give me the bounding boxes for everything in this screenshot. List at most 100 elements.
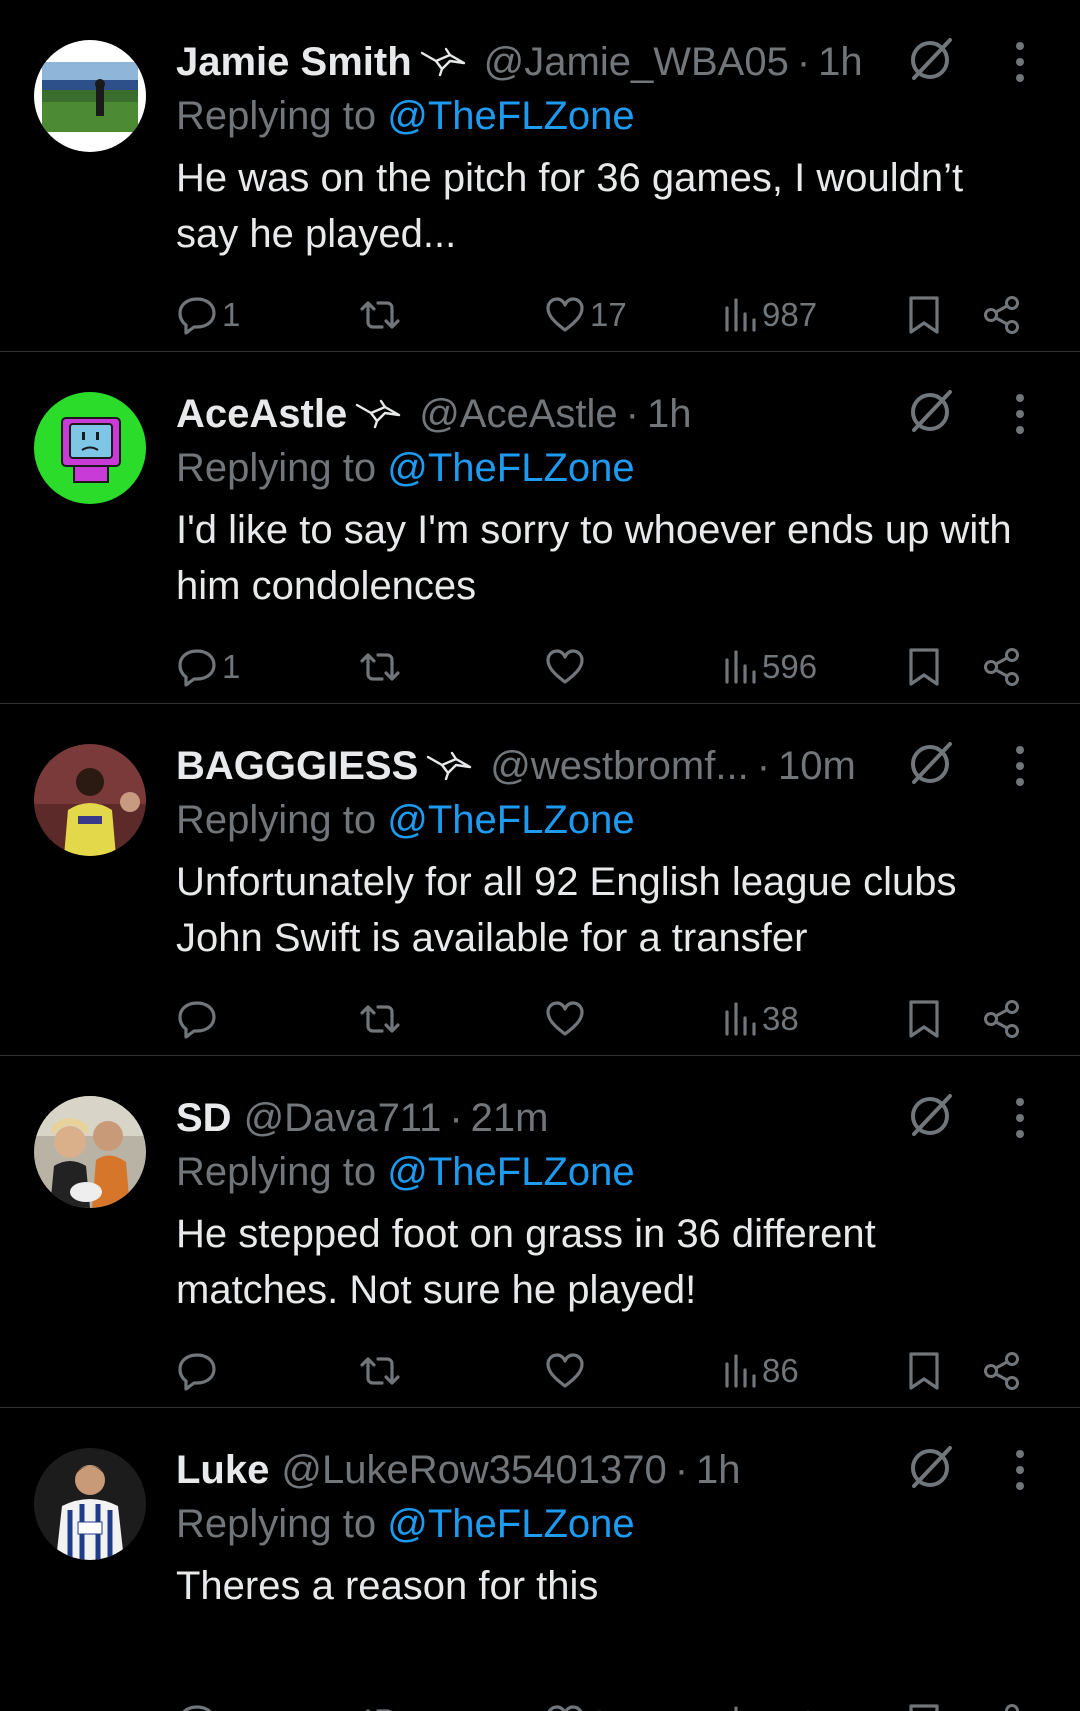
reply-tweet[interactable]: Jamie Smith @Jamie_WBA05 · 1h Replying t… — [0, 0, 1080, 352]
retweet-button[interactable] — [358, 1346, 406, 1396]
reply-tweet[interactable]: Luke @LukeRow35401370 · 1h Replying to @… — [0, 1408, 1080, 1711]
more-options-icon[interactable] — [1010, 744, 1030, 788]
separator: · — [625, 391, 639, 436]
share-icon — [984, 1352, 1019, 1390]
bookmark-button[interactable] — [906, 642, 942, 692]
share-icon — [984, 296, 1019, 334]
retweet-button[interactable] — [358, 290, 406, 340]
reply-count: 1 — [222, 648, 241, 685]
retweet-icon — [360, 653, 400, 681]
more-options-icon[interactable] — [1010, 392, 1030, 436]
handle[interactable]: @Dava711 — [244, 1096, 442, 1141]
action-bar: 86 — [176, 1346, 1036, 1396]
replying-to-label: Replying to — [176, 798, 377, 842]
timestamp[interactable]: 1h — [647, 392, 692, 437]
replying-to-label: Replying to — [176, 446, 377, 490]
share-button[interactable] — [982, 290, 1022, 340]
handle[interactable]: @LukeRow35401370 — [281, 1448, 666, 1493]
grok-icon[interactable] — [904, 1088, 958, 1142]
bookmark-button[interactable] — [906, 1346, 942, 1396]
handle[interactable]: @Jamie_WBA05 — [484, 40, 789, 85]
like-button[interactable]: 17 — [544, 290, 627, 340]
tweet-text: He stepped foot on grass in 36 different… — [176, 1212, 876, 1312]
views-button[interactable]: 713 — [722, 1698, 817, 1711]
share-icon — [984, 1000, 1019, 1038]
avatar[interactable] — [34, 1096, 146, 1208]
bookmark-icon — [909, 1000, 939, 1038]
mention-link[interactable]: @TheFLZone — [387, 1150, 634, 1194]
reply-tweet[interactable]: AceAstle @AceAstle · 1h Replying to @The… — [0, 352, 1080, 704]
display-name[interactable]: Jamie Smith — [176, 40, 412, 85]
display-name[interactable]: Luke — [176, 1448, 269, 1493]
bookmark-icon — [909, 1704, 939, 1711]
like-button[interactable]: 2 — [544, 1698, 608, 1711]
replying-to: Replying to @TheFLZone — [176, 1502, 635, 1547]
display-name[interactable]: SD — [176, 1096, 232, 1141]
share-icon — [984, 648, 1019, 686]
retweet-icon — [360, 1357, 400, 1385]
timestamp[interactable]: 1h — [696, 1448, 741, 1493]
separator: · — [756, 743, 771, 788]
bookmark-icon — [909, 296, 939, 334]
display-name[interactable]: BAGGGIESS — [176, 744, 418, 789]
reply-button[interactable]: 1 — [176, 290, 240, 340]
mention-link[interactable]: @TheFLZone — [387, 94, 634, 138]
action-bar: 1 17 987 — [176, 290, 1036, 340]
bookmark-button[interactable] — [906, 994, 942, 1044]
grok-icon[interactable] — [904, 384, 958, 438]
views-button[interactable]: 596 — [722, 642, 817, 692]
timestamp[interactable]: 10m — [778, 744, 856, 789]
mention-link[interactable]: @TheFLZone — [387, 798, 634, 842]
grok-icon[interactable] — [904, 32, 958, 86]
handle[interactable]: @AceAstle — [419, 392, 617, 437]
bookmark-icon — [909, 1352, 939, 1390]
avatar[interactable] — [34, 40, 146, 152]
retweet-button[interactable] — [358, 642, 406, 692]
share-button[interactable] — [982, 1698, 1022, 1711]
analytics-icon — [725, 1354, 756, 1388]
heart-icon — [546, 1353, 584, 1388]
bookmark-icon — [909, 648, 939, 686]
views-button[interactable]: 987 — [722, 290, 817, 340]
timestamp[interactable]: 21m — [471, 1096, 549, 1141]
replying-to: Replying to @TheFLZone — [176, 1150, 635, 1195]
mention-link[interactable]: @TheFLZone — [387, 1502, 634, 1546]
mention-link[interactable]: @TheFLZone — [387, 446, 634, 490]
retweet-button[interactable] — [358, 1698, 406, 1711]
like-button[interactable] — [544, 994, 590, 1044]
action-bar: 1 596 — [176, 642, 1036, 692]
reply-button[interactable]: 1 — [176, 642, 240, 692]
avatar[interactable] — [34, 744, 146, 856]
avatar[interactable] — [34, 1448, 146, 1560]
share-button[interactable] — [982, 1346, 1022, 1396]
like-button[interactable] — [544, 642, 590, 692]
replying-to: Replying to @TheFLZone — [176, 94, 635, 139]
reply-tweet[interactable]: BAGGGIESS @westbromf... · 10m Replying t… — [0, 704, 1080, 1056]
views-button[interactable]: 38 — [722, 994, 799, 1044]
like-count: 17 — [590, 296, 627, 333]
handle[interactable]: @westbromf... — [490, 744, 748, 789]
more-options-icon[interactable] — [1010, 1448, 1030, 1492]
share-icon — [1005, 1704, 1019, 1711]
reply-icon — [178, 649, 216, 687]
like-button[interactable] — [544, 1346, 590, 1396]
bookmark-button[interactable] — [906, 290, 942, 340]
analytics-icon — [725, 298, 756, 332]
reply-tweet[interactable]: SD @Dava711 · 21m Replying to @TheFLZone… — [0, 1056, 1080, 1408]
reply-button[interactable] — [176, 1698, 222, 1711]
views-button[interactable]: 86 — [722, 1346, 799, 1396]
share-button[interactable] — [982, 642, 1022, 692]
reply-button[interactable] — [176, 994, 222, 1044]
grok-icon[interactable] — [904, 1440, 958, 1494]
share-button[interactable] — [982, 994, 1022, 1044]
timestamp[interactable]: 1h — [818, 40, 863, 85]
display-name[interactable]: AceAstle — [176, 392, 347, 437]
more-options-icon[interactable] — [1010, 1096, 1030, 1140]
grok-icon[interactable] — [904, 736, 958, 790]
bookmark-button[interactable] — [906, 1698, 942, 1711]
more-options-icon[interactable] — [1010, 40, 1030, 84]
avatar[interactable] — [34, 392, 146, 504]
retweet-button[interactable] — [358, 994, 406, 1044]
view-count: 86 — [762, 1352, 799, 1389]
reply-button[interactable] — [176, 1346, 222, 1396]
